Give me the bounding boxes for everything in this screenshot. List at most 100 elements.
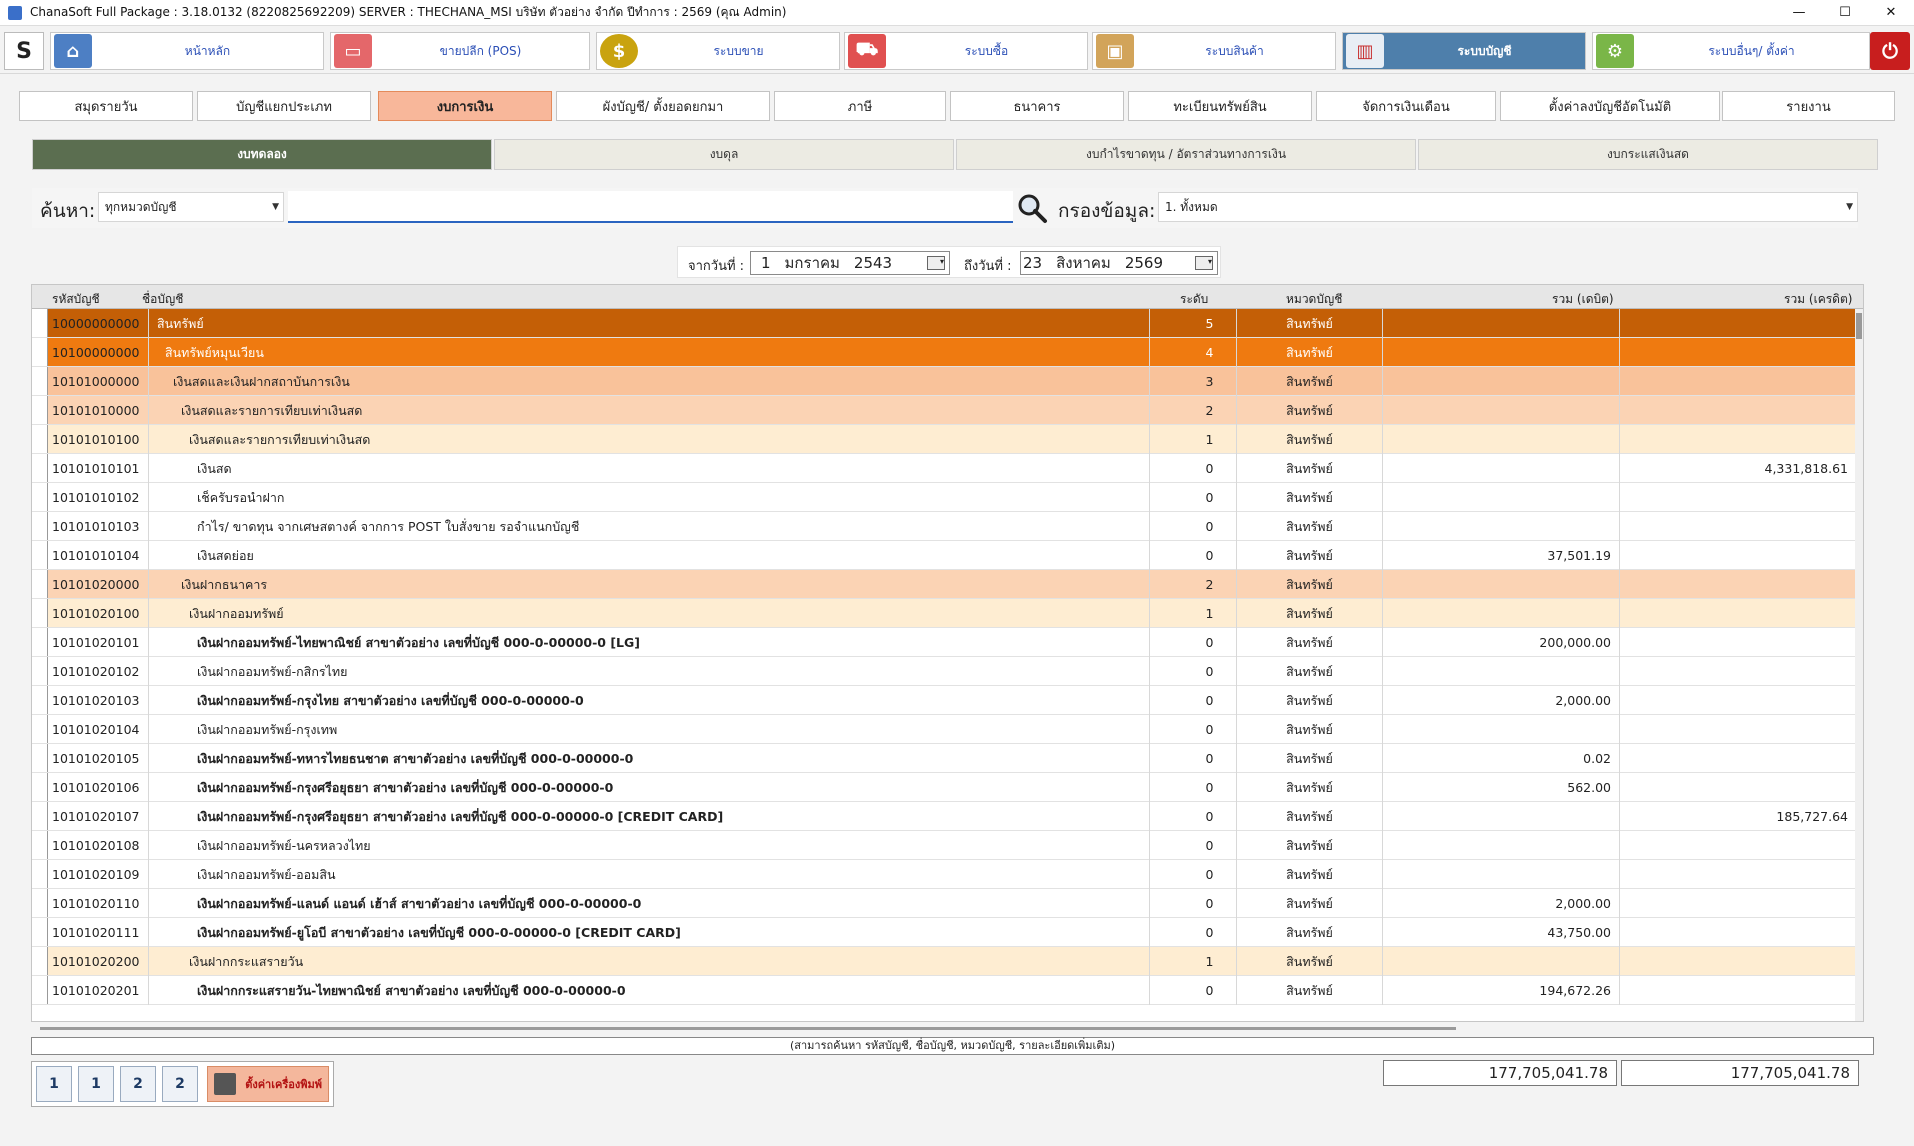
cell-credit: 185,727.64 (1619, 802, 1856, 831)
to-date-picker[interactable]: 23 สิงหาคม 2569 ▾ (1020, 251, 1218, 275)
cell-debit (1382, 802, 1619, 831)
cell-debit (1382, 947, 1619, 976)
table-row[interactable]: 10101020201 เงินฝากกระแสรายวัน-ไทยพาณิชย์… (32, 976, 1856, 1005)
cell-category: สินทรัพย์ (1236, 483, 1382, 512)
category-select[interactable]: ทุกหมวดบัญชี ▼ (98, 192, 284, 222)
subtab-ledger[interactable]: บัญชีแยกประเภท (197, 91, 371, 121)
table-row[interactable]: 10101020105 เงินฝากออมทรัพย์-ทหารไทยธนชาต… (32, 744, 1856, 773)
row-selector (32, 715, 48, 743)
cell-name: เงินฝากออมทรัพย์-กสิกรไทย (148, 657, 1178, 686)
tab-income-statement[interactable]: งบกำไรขาดทุน / อัตราส่วนทางการเงิน (956, 139, 1416, 170)
vertical-scrollbar[interactable] (1855, 309, 1863, 1021)
scrollbar-thumb[interactable] (1856, 313, 1862, 339)
cell-category: สินทรัพย์ (1236, 396, 1382, 425)
cell-category: สินทรัพย์ (1236, 889, 1382, 918)
table-row[interactable]: 10101010104 เงินสดย่อย 0 สินทรัพย์ 37,501.19 (32, 541, 1856, 570)
module-label: หน้าหลัก (184, 43, 231, 58)
subtab-bank[interactable]: ธนาคาร (950, 91, 1124, 121)
subtab-payroll[interactable]: จัดการเงินเดือน (1316, 91, 1496, 121)
table-row[interactable]: 10101020104 เงินฝากออมทรัพย์-กรุงเทพ 0 สินท… (32, 715, 1856, 744)
from-date-picker[interactable]: 1 มกราคม 2543 ▾ (750, 251, 950, 275)
col-level[interactable]: ระดับ (1180, 290, 1208, 309)
cell-name: เงินสดและเงินฝากสถาบันการเงิน (148, 367, 1178, 396)
preview-2-button[interactable]: 2 (162, 1066, 198, 1102)
cell-credit (1619, 715, 1856, 744)
cell-name: เงินสด (148, 454, 1178, 483)
dollar-coin-icon: $ (600, 34, 638, 68)
module-purchase[interactable]: ⛟ ระบบซื้อ (844, 32, 1088, 70)
subtab-financial-statements[interactable]: งบการเงิน (378, 91, 552, 121)
power-icon[interactable]: ⏻ (1870, 32, 1910, 70)
preview-1-button[interactable]: 1 (78, 1066, 114, 1102)
cell-name: สินทรัพย์หมุนเวียน (148, 338, 1178, 367)
table-row[interactable]: 10000000000 สินทรัพย์ 5 สินทรัพย์ (32, 309, 1856, 338)
minimize-button[interactable]: — (1776, 0, 1822, 26)
row-selector (32, 657, 48, 685)
cell-credit (1619, 744, 1856, 773)
module-pos[interactable]: ▭ ขายปลีก (POS) (330, 32, 590, 70)
tab-trial-balance[interactable]: งบทดลอง (32, 139, 492, 170)
cell-credit (1619, 657, 1856, 686)
calendar-icon[interactable]: ▾ (1195, 256, 1213, 270)
horizontal-scrollbar[interactable] (40, 1027, 1456, 1030)
table-row[interactable]: 10101010100 เงินสดและรายการเทียบเท่าเงินส… (32, 425, 1856, 454)
table-row[interactable]: 10100000000 สินทรัพย์หมุนเวียน 4 สินทรัพย์ (32, 338, 1856, 367)
module-accounting[interactable]: ▥ ระบบบัญชี (1342, 32, 1586, 70)
filter-select-value: 1. ทั้งหมด (1165, 199, 1218, 214)
table-row[interactable]: 10101020106 เงินฝากออมทรัพย์-กรุงศรีอยุธย… (32, 773, 1856, 802)
cell-category: สินทรัพย์ (1236, 657, 1382, 686)
module-label: ขายปลีก (POS) (439, 43, 522, 58)
table-row[interactable]: 10101020110 เงินฝากออมทรัพย์-แลนด์ แอนด์ … (32, 889, 1856, 918)
table-row[interactable]: 10101020101 เงินฝากออมทรัพย์-ไทยพาณิชย์ ส… (32, 628, 1856, 657)
search-icon[interactable] (1016, 192, 1048, 224)
search-input[interactable] (288, 191, 1013, 223)
magnifier-icon: 2 (175, 1076, 185, 1092)
table-row[interactable]: 10101020107 เงินฝากออมทรัพย์-กรุงศรีอยุธย… (32, 802, 1856, 831)
subtab-auto-posting[interactable]: ตั้งค่าลงบัญชีอัตโนมัติ (1500, 91, 1720, 121)
table-row[interactable]: 10101000000 เงินสดและเงินฝากสถาบันการเงิน… (32, 367, 1856, 396)
table-row[interactable]: 10101010101 เงินสด 0 สินทรัพย์ 4,331,818.61 (32, 454, 1856, 483)
print-2-button[interactable]: 2 (120, 1066, 156, 1102)
subtab-tax[interactable]: ภาษี (774, 91, 946, 121)
calendar-icon[interactable]: ▾ (927, 256, 945, 270)
cell-credit (1619, 947, 1856, 976)
table-row[interactable]: 10101010000 เงินสดและรายการเทียบเท่าเงินส… (32, 396, 1856, 425)
cell-name: เงินฝากออมทรัพย์-นครหลวงไทย (148, 831, 1178, 860)
filter-select[interactable]: 1. ทั้งหมด ▼ (1158, 192, 1858, 222)
chanasoft-logo-icon[interactable]: S (4, 32, 44, 70)
table-row[interactable]: 10101020200 เงินฝากกระแสรายวัน 1 สินทรัพย์ (32, 947, 1856, 976)
printer-settings-button[interactable]: ตั้งค่าเครื่องพิมพ์ (207, 1066, 329, 1102)
print-toolbar: 1 1 2 2 ตั้งค่าเครื่องพิมพ์ (31, 1061, 334, 1107)
table-row[interactable]: 10101020102 เงินฝากออมทรัพย์-กสิกรไทย 0 สิน… (32, 657, 1856, 686)
table-row[interactable]: 10101020000 เงินฝากธนาคาร 2 สินทรัพย์ (32, 570, 1856, 599)
close-button[interactable]: ✕ (1868, 0, 1914, 26)
module-home[interactable]: ⌂ หน้าหลัก (50, 32, 324, 70)
col-debit[interactable]: รวม (เดบิต) (1552, 290, 1614, 309)
subtab-assets[interactable]: ทะเบียนทรัพย์สิน (1128, 91, 1312, 121)
tab-balance-sheet[interactable]: งบดุล (494, 139, 954, 170)
table-row[interactable]: 10101010102 เช็ครับรอนำฝาก 0 สินทรัพย์ (32, 483, 1856, 512)
cell-category: สินทรัพย์ (1236, 454, 1382, 483)
col-code[interactable]: รหัสบัญชี (52, 290, 100, 309)
col-name[interactable]: ชื่อบัญชี (142, 290, 183, 309)
table-row[interactable]: 10101020103 เงินฝากออมทรัพย์-กรุงไทย สาขา… (32, 686, 1856, 715)
col-category[interactable]: หมวดบัญชี (1286, 290, 1342, 309)
subtab-chart-of-accounts[interactable]: ผังบัญชี/ ตั้งยอดยกมา (556, 91, 770, 121)
module-inventory[interactable]: ▣ ระบบสินค้า (1092, 32, 1336, 70)
table-row[interactable]: 10101020100 เงินฝากออมทรัพย์ 1 สินทรัพย์ (32, 599, 1856, 628)
module-settings[interactable]: ⚙ ระบบอื่นๆ/ ตั้งค่า (1592, 32, 1870, 70)
table-row[interactable]: 10101010103 กำไร/ ขาดทุน จากเศษสตางค์ จาก… (32, 512, 1856, 541)
cell-name: เงินฝากออมทรัพย์ (148, 599, 1178, 628)
maximize-button[interactable]: ☐ (1822, 0, 1868, 26)
cell-debit: 37,501.19 (1382, 541, 1619, 570)
table-row[interactable]: 10101020111 เงินฝากออมทรัพย์-ยูโอบี สาขาต… (32, 918, 1856, 947)
subtab-journal[interactable]: สมุดรายวัน (19, 91, 193, 121)
cell-name: เงินฝากออมทรัพย์-ทหารไทยธนชาต สาขาตัวอย่… (148, 744, 1178, 773)
col-credit[interactable]: รวม (เครดิต) (1784, 290, 1852, 309)
table-row[interactable]: 10101020109 เงินฝากออมทรัพย์-ออมสิน 0 สินทร… (32, 860, 1856, 889)
table-row[interactable]: 10101020108 เงินฝากออมทรัพย์-นครหลวงไทย 0 ส… (32, 831, 1856, 860)
tab-cash-flow[interactable]: งบกระแสเงินสด (1418, 139, 1878, 170)
subtab-reports[interactable]: รายงาน (1722, 91, 1895, 121)
module-sales[interactable]: $ ระบบขาย (596, 32, 840, 70)
print-1-button[interactable]: 1 (36, 1066, 72, 1102)
